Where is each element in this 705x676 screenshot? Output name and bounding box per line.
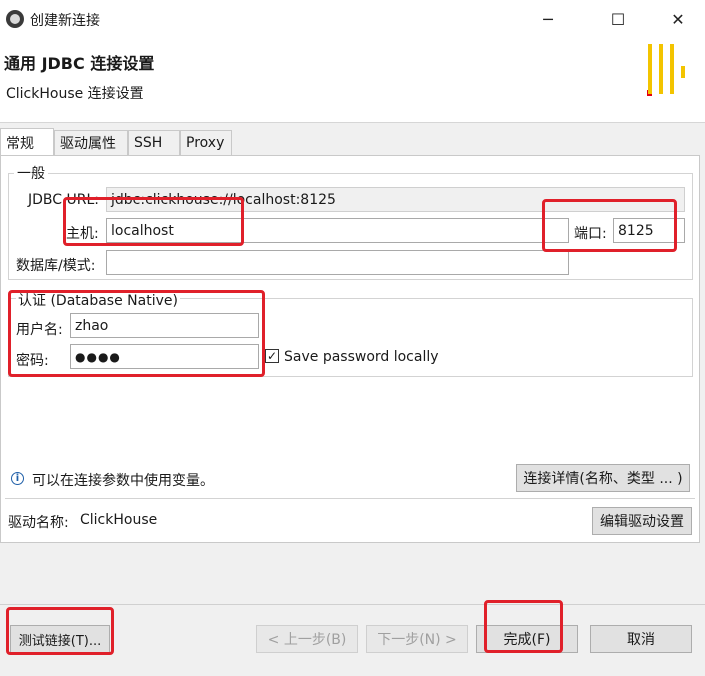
app-icon	[6, 10, 24, 28]
separator	[5, 498, 695, 499]
cancel-button[interactable]: 取消	[590, 625, 692, 653]
edit-driver-settings-button[interactable]: 编辑驱动设置	[592, 507, 692, 535]
maximize-button[interactable]: ☐	[595, 0, 641, 38]
window-title: 创建新连接	[30, 13, 100, 29]
close-button[interactable]: ✕	[655, 0, 701, 38]
dialog-header: 通用 JDBC 连接设置 ClickHouse 连接设置	[0, 38, 705, 123]
title-bar: 创建新连接 ─ ☐ ✕	[0, 0, 705, 38]
driver-name-value: ClickHouse	[80, 512, 158, 528]
back-button[interactable]: < 上一步(B)	[256, 625, 358, 653]
driver-name-label: 驱动名称:	[8, 515, 69, 531]
highlight-test-connection	[6, 607, 114, 655]
save-password-label[interactable]: Save password locally	[284, 349, 439, 365]
highlight-port	[542, 199, 677, 252]
highlight-host	[63, 197, 244, 246]
info-text: 可以在连接参数中使用变量。	[32, 473, 214, 489]
connection-details-button[interactable]: 连接详情(名称、类型 ... )	[516, 464, 690, 492]
footer-separator	[0, 604, 705, 605]
database-label: 数据库/模式:	[16, 258, 96, 274]
database-input[interactable]	[106, 250, 569, 275]
info-icon: i	[11, 472, 24, 485]
dialog-subtitle: ClickHouse 连接设置	[6, 86, 144, 102]
clickhouse-logo	[645, 38, 695, 98]
save-password-checkbox[interactable]: ✓	[265, 349, 279, 363]
highlight-auth	[8, 290, 265, 377]
highlight-finish	[484, 600, 563, 653]
dialog-title: 通用 JDBC 连接设置	[4, 54, 155, 73]
tab-general[interactable]: 常规	[0, 128, 54, 156]
tab-proxy[interactable]: Proxy	[180, 130, 232, 155]
next-button[interactable]: 下一步(N) >	[366, 625, 468, 653]
minimize-button[interactable]: ─	[525, 0, 571, 38]
tab-driver-properties[interactable]: 驱动属性	[54, 130, 128, 155]
general-group-label: 一般	[14, 163, 48, 183]
tab-ssh[interactable]: SSH	[128, 130, 180, 155]
